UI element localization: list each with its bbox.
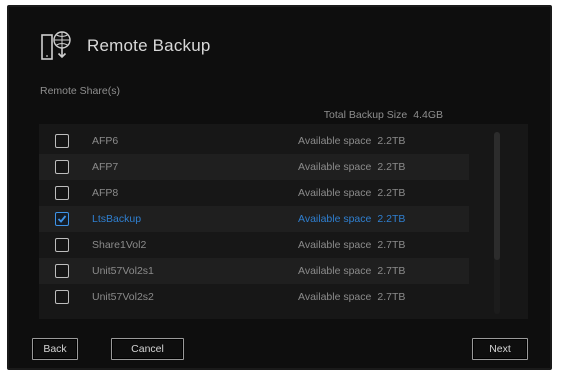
- scrollbar-thumb[interactable]: [494, 132, 500, 260]
- available-space-value: 2.7TB: [377, 265, 406, 277]
- share-checkbox[interactable]: [55, 186, 69, 200]
- total-backup-size-label: Total Backup Size: [323, 109, 408, 121]
- dialog-title: Remote Backup: [87, 36, 211, 55]
- share-available-space: Available space 2.2TB: [298, 187, 405, 199]
- next-button[interactable]: Next: [472, 338, 528, 360]
- share-row-selected[interactable]: LtsBackup Available space 2.2TB: [39, 206, 469, 232]
- remote-backup-icon: [41, 31, 71, 60]
- share-row[interactable]: AFP6 Available space 2.2TB: [39, 128, 469, 154]
- share-row[interactable]: Unit57Vol2s2 Available space 2.7TB: [39, 284, 469, 310]
- cancel-button[interactable]: Cancel: [111, 338, 184, 360]
- share-row[interactable]: AFP7 Available space 2.2TB: [39, 154, 469, 180]
- share-available-space: Available space 2.2TB: [298, 213, 405, 225]
- available-space-value: 2.7TB: [377, 291, 406, 303]
- share-list: AFP6 Available space 2.2TB AFP7 Available…: [39, 124, 528, 319]
- share-checkbox[interactable]: [55, 134, 69, 148]
- share-available-space: Available space 2.2TB: [298, 161, 405, 173]
- share-checkbox-checked[interactable]: [55, 212, 69, 226]
- share-checkbox[interactable]: [55, 238, 69, 252]
- total-backup-size: Total Backup Size 4.4GB: [324, 109, 443, 121]
- available-space-value: 2.2TB: [377, 213, 406, 225]
- available-space-label: Available space: [298, 187, 372, 199]
- available-space-label: Available space: [298, 291, 372, 303]
- share-checkbox[interactable]: [55, 264, 69, 278]
- remote-shares-label: Remote Share(s): [40, 85, 120, 97]
- remote-backup-dialog: Remote Backup Remote Share(s) Total Back…: [7, 5, 552, 370]
- total-backup-size-value: 4.4GB: [413, 109, 443, 121]
- available-space-value: 2.2TB: [377, 161, 406, 173]
- available-space-label: Available space: [298, 213, 372, 225]
- share-available-space: Available space 2.2TB: [298, 135, 405, 147]
- share-checkbox[interactable]: [55, 290, 69, 304]
- share-name: Unit57Vol2s1: [92, 265, 154, 277]
- share-name: Unit57Vol2s2: [92, 291, 154, 303]
- available-space-value: 2.2TB: [377, 135, 406, 147]
- share-name: Share1Vol2: [92, 239, 147, 251]
- checkmark-icon: [57, 215, 67, 223]
- share-name: LtsBackup: [92, 213, 142, 225]
- share-available-space: Available space 2.7TB: [298, 239, 405, 251]
- available-space-label: Available space: [298, 161, 372, 173]
- share-checkbox[interactable]: [55, 160, 69, 174]
- available-space-label: Available space: [298, 239, 372, 251]
- share-list-scrollbar[interactable]: [494, 132, 500, 314]
- share-row[interactable]: AFP8 Available space 2.2TB: [39, 180, 469, 206]
- share-available-space: Available space 2.7TB: [298, 291, 405, 303]
- share-name: AFP8: [92, 187, 119, 199]
- dialog-header: Remote Backup: [39, 27, 211, 65]
- share-row[interactable]: Share1Vol2 Available space 2.7TB: [39, 232, 469, 258]
- share-name: AFP7: [92, 161, 119, 173]
- share-available-space: Available space 2.7TB: [298, 265, 405, 277]
- share-row[interactable]: Unit57Vol2s1 Available space 2.7TB: [39, 258, 469, 284]
- available-space-value: 2.7TB: [377, 239, 406, 251]
- available-space-value: 2.2TB: [377, 187, 406, 199]
- back-button[interactable]: Back: [32, 338, 78, 360]
- available-space-label: Available space: [298, 135, 372, 147]
- available-space-label: Available space: [298, 265, 372, 277]
- share-name: AFP6: [92, 135, 119, 147]
